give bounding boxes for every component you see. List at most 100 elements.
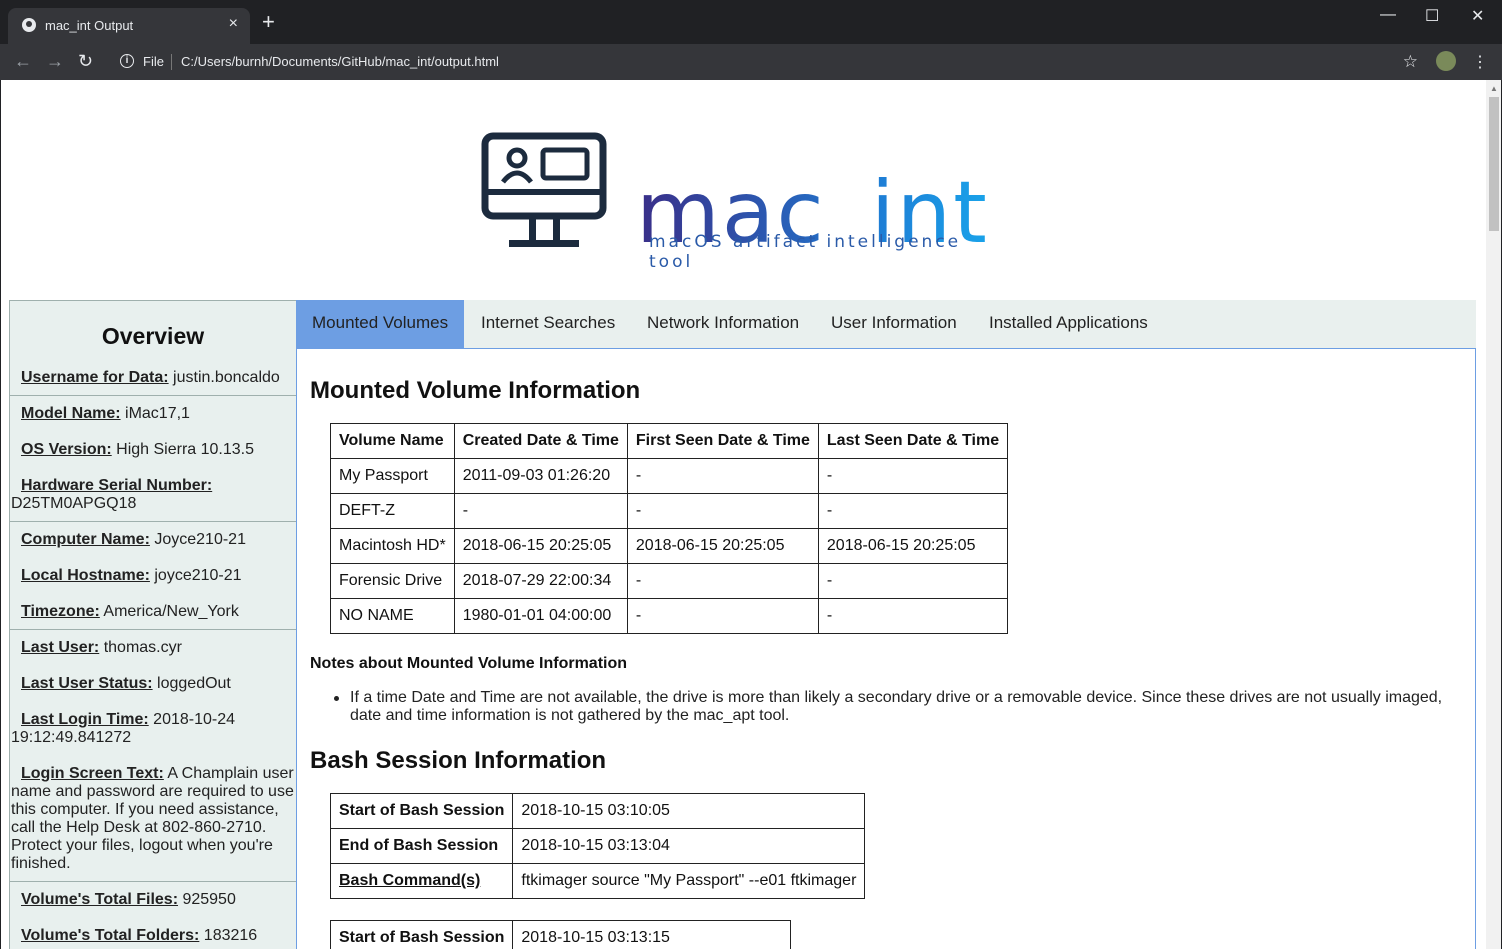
table-row: Forensic Drive 2018-07-29 22:00:34 - - <box>330 563 1009 599</box>
browser-tab[interactable]: mac_int Output × <box>8 8 250 44</box>
browser-titlebar: mac_int Output × + — ☐ ✕ <box>0 0 1502 44</box>
computer-user-icon <box>481 132 607 247</box>
table-row-header: Start of Bash Session <box>329 920 514 949</box>
bash-session-table: Start of Bash Session 2018-10-15 03:13:1… <box>329 920 791 949</box>
table-cell: Macintosh HD* <box>330 528 455 564</box>
mounted-volume-heading: Mounted Volume Information <box>310 377 641 404</box>
table-cell: - <box>626 598 819 634</box>
table-row: Start of Bash Session 2018-10-15 03:10:0… <box>329 793 866 829</box>
table-header-row: Volume Name Created Date & Time First Se… <box>330 423 1009 459</box>
sidebar-item-total-folders: Volume's Total Folders: 183216 <box>21 927 258 944</box>
sidebar-item-serial: Hardware Serial Number: D25TM0APGQ18 <box>11 477 213 512</box>
tab-mounted-volumes[interactable]: Mounted Volumes <box>296 300 465 348</box>
column-header: Created Date & Time <box>453 423 628 459</box>
column-header: Volume Name <box>330 423 455 459</box>
scrollbar[interactable]: ▲ <box>1486 80 1501 949</box>
tab-content-panel: Mounted Volume Information Volume Name C… <box>296 348 1476 949</box>
table-row: DEFT-Z - - - <box>330 493 1009 529</box>
sidebar-divider <box>10 629 296 630</box>
sidebar-item-last-login: Last Login Time: 2018-10-24 19:12:49.841… <box>11 711 236 746</box>
table-cell: ftkimager source "My Passport" --e01 ftk… <box>512 863 866 899</box>
table-cell: 2018-07-29 22:00:34 <box>453 563 628 599</box>
table-row: NO NAME 1980-01-01 04:00:00 - - <box>330 598 1009 634</box>
overview-title: Overview <box>101 323 205 349</box>
forward-icon[interactable]: → <box>46 51 64 72</box>
sidebar-item-hostname: Local Hostname: joyce210-21 <box>21 567 242 584</box>
sidebar-item-computer-name: Computer Name: Joyce210-21 <box>21 531 246 548</box>
table-cell: - <box>626 563 819 599</box>
divider <box>171 54 172 70</box>
bookmark-star-icon[interactable]: ☆ <box>1403 52 1418 72</box>
close-window-icon[interactable]: ✕ <box>1471 6 1484 26</box>
sidebar-item-timezone: Timezone: America/New_York <box>21 603 239 620</box>
maximize-icon[interactable]: ☐ <box>1425 6 1439 26</box>
table-row: End of Bash Session 2018-10-15 03:13:04 <box>329 828 866 864</box>
sidebar-divider <box>10 881 296 882</box>
tab-close-icon[interactable]: × <box>229 15 238 33</box>
column-header: Last Seen Date & Time <box>817 423 1009 459</box>
info-icon[interactable]: i <box>120 54 134 68</box>
tab-user-information[interactable]: User Information <box>815 300 973 348</box>
table-cell: 2018-06-15 20:25:05 <box>626 528 819 564</box>
reload-icon[interactable]: ↻ <box>78 51 93 72</box>
menu-icon[interactable]: ⋮ <box>1472 52 1488 72</box>
table-cell: NO NAME <box>330 598 455 634</box>
table-cell: My Passport <box>330 458 455 494</box>
table-cell: - <box>817 493 1009 529</box>
sidebar-item-last-user-status: Last User Status: loggedOut <box>21 675 231 692</box>
table-row: Bash Command(s) ftkimager source "My Pas… <box>329 863 866 899</box>
table-cell: - <box>626 493 819 529</box>
table-row: Start of Bash Session 2018-10-15 03:13:1… <box>329 920 791 949</box>
table-cell: 1980-01-01 04:00:00 <box>453 598 628 634</box>
sidebar-divider <box>10 395 296 396</box>
scroll-up-icon[interactable]: ▲ <box>1490 84 1498 93</box>
url-text[interactable]: C:/Users/burnh/Documents/GitHub/mac_int/… <box>181 54 499 69</box>
profile-avatar-icon[interactable] <box>1436 51 1456 71</box>
tab-internet-searches[interactable]: Internet Searches <box>465 300 631 348</box>
table-row-header: Bash Command(s) <box>329 863 514 899</box>
new-tab-button[interactable]: + <box>262 11 275 33</box>
tab-bar: Mounted Volumes Internet Searches Networ… <box>296 300 1476 348</box>
volume-table: Volume Name Created Date & Time First Se… <box>330 423 1009 634</box>
table-cell: 2018-06-15 20:25:05 <box>817 528 1009 564</box>
table-cell: 2018-06-15 20:25:05 <box>453 528 628 564</box>
table-cell: - <box>817 458 1009 494</box>
overview-sidebar: Overview Username for Data: justin.bonca… <box>9 300 297 949</box>
table-cell: - <box>626 458 819 494</box>
logo-tagline: macOS artifact intelligence tool <box>649 232 962 272</box>
minimize-icon[interactable]: — <box>1380 6 1396 24</box>
globe-icon <box>22 18 36 32</box>
bullet <box>334 696 339 701</box>
tab-title: mac_int Output <box>45 18 134 33</box>
column-header: First Seen Date & Time <box>626 423 819 459</box>
sidebar-item-model: Model Name: iMac17,1 <box>21 405 190 422</box>
tab-installed-applications[interactable]: Installed Applications <box>973 300 1164 348</box>
scrollbar-thumb[interactable] <box>1489 97 1499 231</box>
back-icon[interactable]: ← <box>14 51 32 72</box>
notes-title: Notes about Mounted Volume Information <box>310 655 628 672</box>
notes-list-item: If a time Date and Time are not availabl… <box>334 689 1450 725</box>
file-label: File <box>143 54 164 69</box>
table-cell: 2018-10-15 03:10:05 <box>512 793 866 829</box>
address-bar[interactable]: i File C:/Users/burnh/Documents/GitHub/m… <box>108 48 1428 76</box>
bash-session-heading: Bash Session Information <box>310 747 607 774</box>
logo: mac_int macOS artifact intelligence tool <box>481 132 1001 272</box>
table-row-header: Start of Bash Session <box>329 793 514 829</box>
table-cell: - <box>817 563 1009 599</box>
table-cell: DEFT-Z <box>330 493 455 529</box>
tab-network-information[interactable]: Network Information <box>631 300 815 348</box>
sidebar-divider <box>10 521 296 522</box>
sidebar-item-username: Username for Data: justin.boncaldo <box>21 369 280 386</box>
sidebar-item-last-user: Last User: thomas.cyr <box>21 639 182 656</box>
table-cell: 2011-09-03 01:26:20 <box>453 458 628 494</box>
table-cell: 2018-10-15 03:13:15 <box>512 920 791 949</box>
table-row: My Passport 2011-09-03 01:26:20 - - <box>330 458 1009 494</box>
table-cell: - <box>453 493 628 529</box>
sidebar-item-os: OS Version: High Sierra 10.13.5 <box>21 441 255 458</box>
table-row: Macintosh HD* 2018-06-15 20:25:05 2018-0… <box>330 528 1009 564</box>
sidebar-item-total-files: Volume's Total Files: 925950 <box>21 891 236 908</box>
page-viewport: ▲ mac_int macOS artifact intelligence to… <box>1 80 1501 949</box>
table-cell: - <box>817 598 1009 634</box>
sidebar-item-login-text: Login Screen Text: A Champlain user name… <box>11 765 294 872</box>
browser-toolbar: ← → ↻ i File C:/Users/burnh/Documents/Gi… <box>0 44 1502 80</box>
